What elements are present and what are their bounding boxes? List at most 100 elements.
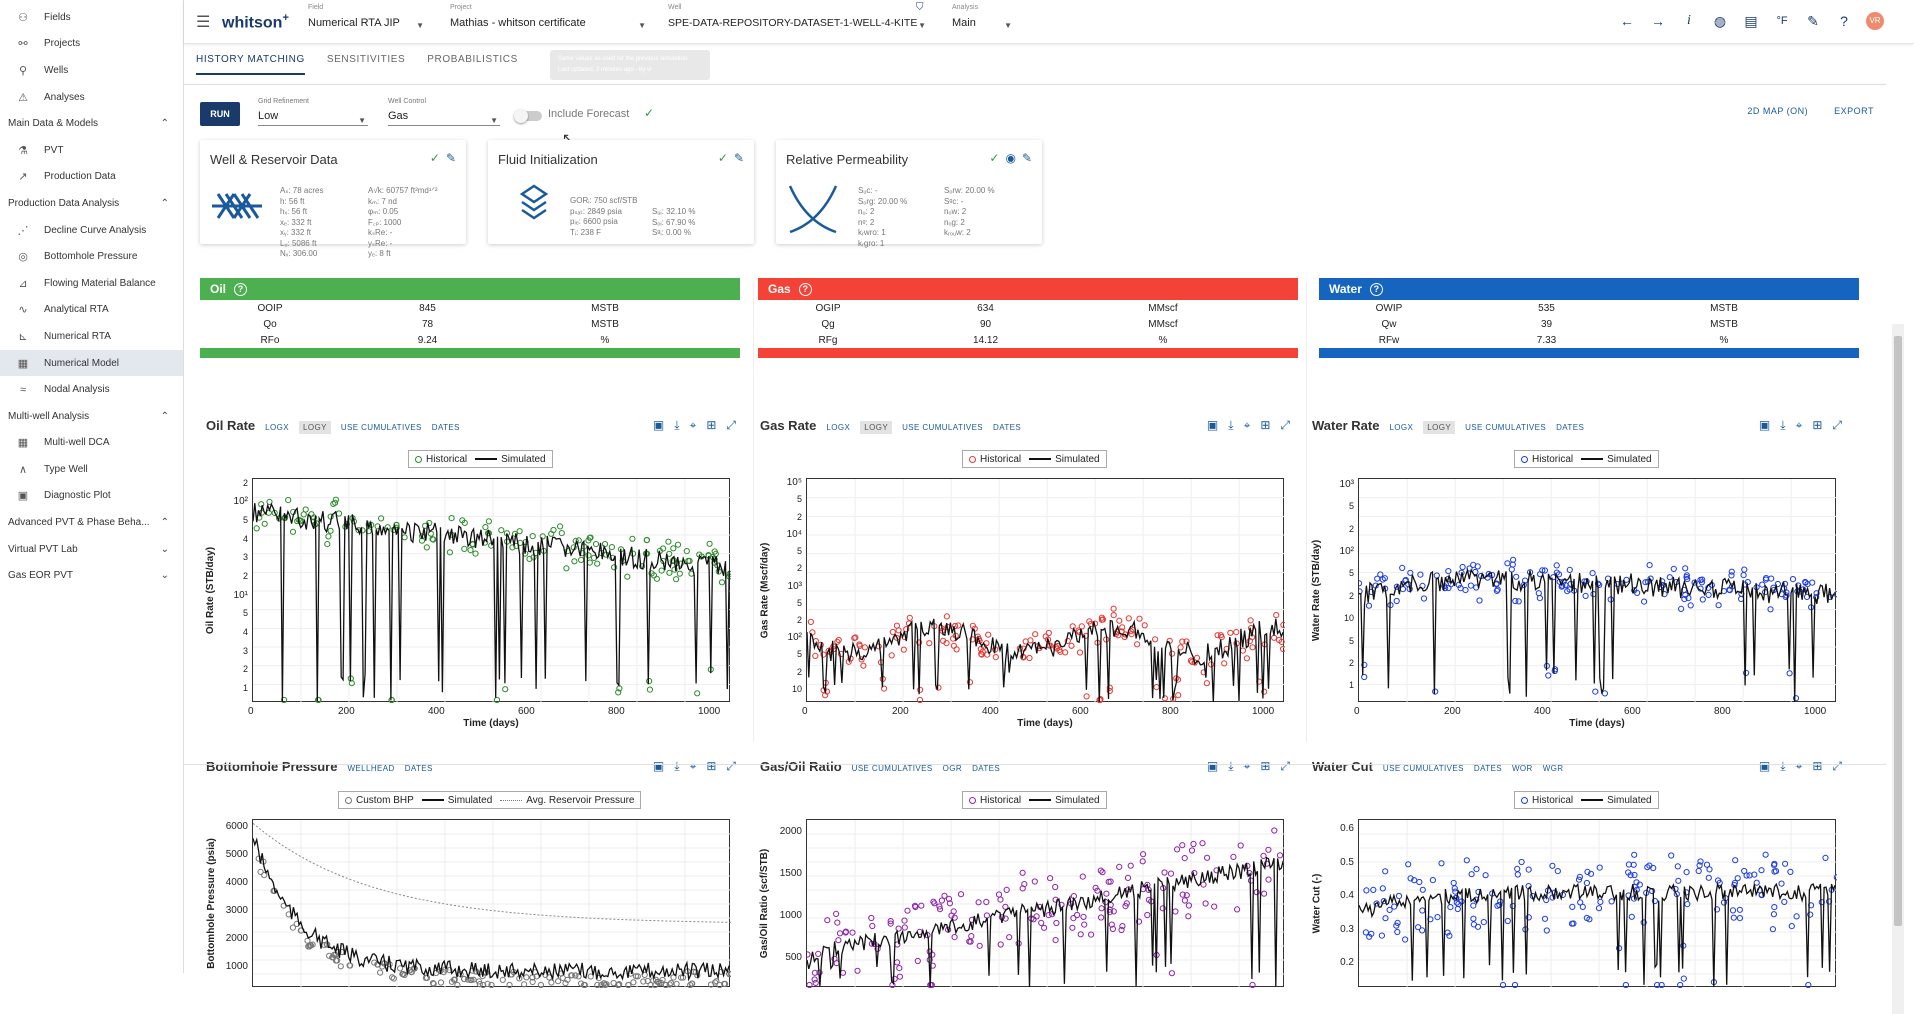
include-forecast-toggle[interactable]: [516, 111, 542, 121]
panel-link-wor[interactable]: WOR: [1512, 764, 1533, 773]
sidebar-item-analytical-rta[interactable]: ∿Analytical RTA: [0, 297, 183, 324]
download-icon[interactable]: ⤓: [674, 418, 679, 433]
panel-link-dates[interactable]: DATES: [1474, 764, 1502, 773]
panel-link-logy[interactable]: LOGY: [860, 421, 892, 434]
zoom-icon[interactable]: ⌖: [690, 418, 697, 433]
back-arrow-icon[interactable]: ←: [1618, 13, 1636, 29]
fullscreen-icon[interactable]: ⤢: [1280, 759, 1290, 774]
panel-link-use-cumulatives[interactable]: USE CUMULATIVES: [1465, 423, 1546, 432]
well-select[interactable]: Well SPE-DATA-REPOSITORY-DATASET-1-WELL-…: [668, 4, 926, 29]
reset-zoom-icon[interactable]: ⊞: [1812, 759, 1822, 774]
zoom-icon[interactable]: ⌖: [1244, 759, 1251, 774]
reset-zoom-icon[interactable]: ⊞: [706, 418, 716, 433]
panel-link-ogr[interactable]: OGR: [943, 764, 962, 773]
zoom-icon[interactable]: ⌖: [1796, 759, 1803, 774]
download-icon[interactable]: ⤓: [1780, 418, 1785, 433]
fullscreen-icon[interactable]: ⤢: [1832, 759, 1842, 774]
edit-icon[interactable]: ✎: [446, 151, 456, 165]
run-button[interactable]: RUN: [200, 102, 240, 126]
download-icon[interactable]: ⤓: [1228, 418, 1233, 433]
filter-icon[interactable]: ⛉: [916, 2, 924, 13]
sidebar-item-diagnostic-plot[interactable]: ▣Diagnostic Plot: [0, 483, 183, 510]
zoom-icon[interactable]: ⌖: [690, 759, 697, 774]
sidebar-item-analyses[interactable]: ⚠Analyses: [0, 84, 183, 111]
section-main-data[interactable]: Main Data & Models⌃: [0, 110, 183, 137]
help-icon[interactable]: ?: [799, 283, 812, 296]
download-icon[interactable]: ⤓: [674, 759, 679, 774]
panel-link-logx[interactable]: LOGX: [1389, 423, 1413, 432]
save-image-icon[interactable]: ▣: [1207, 759, 1218, 774]
panel-link-logy[interactable]: LOGY: [299, 421, 331, 434]
fullscreen-icon[interactable]: ⤢: [726, 759, 736, 774]
section-production-data-analysis[interactable]: Production Data Analysis⌃: [0, 190, 183, 217]
brand-logo[interactable]: whitson+: [222, 12, 289, 32]
help-icon[interactable]: ?: [1835, 13, 1853, 29]
feedback-icon[interactable]: ✎: [1804, 13, 1822, 30]
grid-refinement-select[interactable]: Grid Refinement Low ▼: [258, 98, 368, 126]
reset-zoom-icon[interactable]: ⊞: [1812, 418, 1822, 433]
panel-link-use-cumulatives[interactable]: USE CUMULATIVES: [341, 423, 422, 432]
download-icon[interactable]: ⤓: [1228, 759, 1233, 774]
forward-arrow-icon[interactable]: →: [1649, 13, 1667, 29]
sidebar-item-pvt[interactable]: ⚗PVT: [0, 137, 183, 164]
field-select[interactable]: Field Numerical RTA JIP ▼: [308, 4, 424, 29]
panel-link-logx[interactable]: LOGX: [265, 423, 289, 432]
panel-link-dates[interactable]: DATES: [993, 423, 1021, 432]
info-icon[interactable]: i: [1680, 13, 1698, 29]
panel-link-logy[interactable]: LOGY: [1423, 421, 1455, 434]
help-icon[interactable]: ?: [234, 283, 247, 296]
vertical-scrollbar[interactable]: [1892, 324, 1904, 1014]
save-image-icon[interactable]: ▣: [1759, 418, 1770, 433]
sidebar-item-nodal-analysis[interactable]: ≈Nodal Analysis: [0, 376, 183, 403]
menu-icon[interactable]: ☰: [196, 12, 210, 32]
panel-link-use-cumulatives[interactable]: USE CUMULATIVES: [852, 764, 933, 773]
scrollbar-thumb[interactable]: [1894, 336, 1902, 926]
panel-link-dates[interactable]: DATES: [972, 764, 1000, 773]
globe-icon[interactable]: ◍: [1711, 13, 1729, 30]
section-advanced-pvt[interactable]: Advanced PVT & Phase Beha...⌃: [0, 509, 183, 536]
help-icon[interactable]: ?: [1370, 283, 1383, 296]
avatar[interactable]: VR: [1866, 12, 1884, 30]
panel-link-dates[interactable]: DATES: [1556, 423, 1584, 432]
edit-icon[interactable]: ✎: [734, 151, 744, 165]
zoom-icon[interactable]: ⌖: [1796, 418, 1803, 433]
section-multi-well-analysis[interactable]: Multi-well Analysis⌃: [0, 403, 183, 430]
reset-zoom-icon[interactable]: ⊞: [1260, 759, 1270, 774]
save-image-icon[interactable]: ▣: [1207, 418, 1218, 433]
sidebar-item-production-data[interactable]: ↗Production Data: [0, 164, 183, 191]
panel-link-use-cumulatives[interactable]: USE CUMULATIVES: [902, 423, 983, 432]
panel-link-dates[interactable]: DATES: [405, 764, 433, 773]
section-virtual-pvt-lab[interactable]: Virtual PVT Lab⌄: [0, 536, 183, 563]
panel-link-logx[interactable]: LOGX: [826, 423, 850, 432]
sidebar-item-type-well[interactable]: ∧Type Well: [0, 456, 183, 483]
sidebar-item-decline-curve-analysis[interactable]: ⋰Decline Curve Analysis: [0, 217, 183, 244]
panel-link-wellhead[interactable]: WELLHEAD: [347, 764, 394, 773]
panel-link-wgr[interactable]: WGR: [1543, 764, 1564, 773]
reset-zoom-icon[interactable]: ⊞: [706, 759, 716, 774]
sidebar-item-wells[interactable]: ⚲Wells: [0, 57, 183, 84]
tab-history-matching[interactable]: HISTORY MATCHING: [196, 54, 305, 75]
save-image-icon[interactable]: ▣: [653, 759, 664, 774]
analysis-select[interactable]: Analysis Main ▼: [952, 4, 1012, 29]
tab-probabilistics[interactable]: PROBABILISTICS: [427, 54, 518, 75]
sidebar-item-flowing-material-balance[interactable]: ⊿Flowing Material Balance: [0, 270, 183, 297]
sidebar-item-bottomhole-pressure[interactable]: ◎Bottomhole Pressure: [0, 243, 183, 270]
sidebar-item-multi-well-dca[interactable]: ▦Multi-well DCA: [0, 430, 183, 457]
edit-icon[interactable]: ✎: [1022, 151, 1032, 165]
temperature-unit-icon[interactable]: °F: [1773, 15, 1791, 27]
map-2d-link[interactable]: 2D MAP (ON): [1747, 106, 1808, 116]
sidebar-item-numerical-model[interactable]: ▦Numerical Model: [0, 350, 183, 377]
fullscreen-icon[interactable]: ⤢: [726, 418, 736, 433]
well-control-select[interactable]: Well Control Gas ▼: [388, 98, 500, 126]
relative-permeability-card[interactable]: Relative Permeability ✓◉✎ Sᵤc: - Sₒrg: 2…: [776, 140, 1042, 244]
tab-sensitivities[interactable]: SENSITIVITIES: [327, 54, 405, 75]
zoom-icon[interactable]: ⌖: [1244, 418, 1251, 433]
eye-icon[interactable]: ◉: [1005, 151, 1015, 165]
panel-link-use-cumulatives[interactable]: USE CUMULATIVES: [1383, 764, 1464, 773]
fullscreen-icon[interactable]: ⤢: [1280, 418, 1290, 433]
sidebar-item-numerical-rta[interactable]: ⊾Numerical RTA: [0, 323, 183, 350]
sidebar-item-fields[interactable]: ⚇Fields: [0, 4, 183, 31]
fluid-initialization-card[interactable]: Fluid Initialization ✓✎ GORᵢ: 750 scf/ST…: [488, 140, 754, 244]
save-image-icon[interactable]: ▣: [1759, 759, 1770, 774]
section-gas-eor-pvt[interactable]: Gas EOR PVT⌄: [0, 562, 183, 589]
